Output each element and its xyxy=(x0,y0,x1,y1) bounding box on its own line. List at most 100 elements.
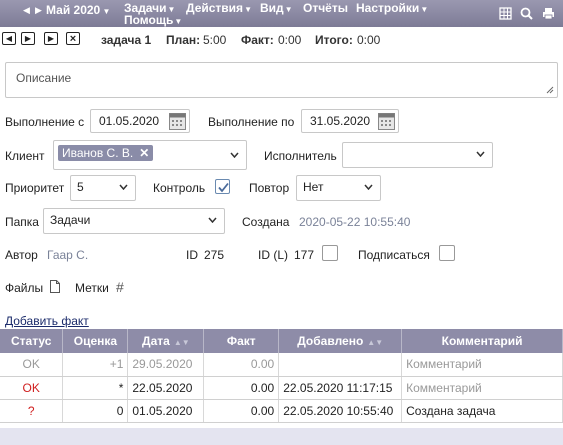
id-label: ID xyxy=(186,248,198,262)
col-fact[interactable]: Факт xyxy=(203,329,280,353)
total-value: 0:00 xyxy=(357,33,381,47)
chevron-down-icon xyxy=(230,152,239,158)
month-label: Май 2020 xyxy=(46,3,101,17)
sort-icon: ▲▼ xyxy=(367,338,384,347)
next-month-icon[interactable]: ▶ xyxy=(35,5,42,16)
exec-to-date-field[interactable]: 31.05.2020 xyxy=(301,109,399,133)
fact-value: 0:00 xyxy=(278,33,302,47)
exec-from-date-field[interactable]: 01.05.2020 xyxy=(90,109,190,133)
col-status[interactable]: Статус xyxy=(0,329,64,353)
col-date[interactable]: Дата ▲▼ xyxy=(127,329,205,353)
facts-table: Статус Оценка Дата ▲▼ Факт Добавлено ▲▼ Ко… xyxy=(0,329,563,423)
author-value[interactable]: Гаар С. xyxy=(47,248,88,262)
subscribe-label: Подписаться xyxy=(358,248,430,262)
add-fact-link[interactable]: Добавить факт xyxy=(5,314,89,328)
exec-to-label: Выполнение по xyxy=(208,115,295,129)
file-icon[interactable] xyxy=(50,280,60,293)
score-cell: 0 xyxy=(62,399,129,423)
first-task-button[interactable]: ◀ xyxy=(2,32,16,45)
task-name: задача 1 xyxy=(101,33,152,47)
resize-grip-icon[interactable] xyxy=(546,86,554,94)
prev-month-icon[interactable]: ◀ xyxy=(23,5,30,16)
search-icon[interactable] xyxy=(520,7,533,20)
next-task-button[interactable]: ▶ xyxy=(44,32,58,45)
date-cell: 01.05.2020 xyxy=(127,399,205,423)
subscribe-checkbox[interactable] xyxy=(439,245,455,261)
close-task-button[interactable]: × xyxy=(66,32,80,45)
calendar-icon[interactable] xyxy=(169,113,186,130)
added-cell: 22.05.2020 10:55:40 xyxy=(278,399,403,423)
comment-cell: Комментарий xyxy=(401,353,563,377)
plan-label: План: xyxy=(166,33,201,47)
added-cell xyxy=(278,353,403,377)
exec-from-value: 01.05.2020 xyxy=(99,114,160,128)
client-select[interactable]: Иванов С. В. ✕ xyxy=(53,140,247,170)
idl-label: ID (L) xyxy=(258,248,288,262)
repeat-label: Повтор xyxy=(249,181,290,195)
menu-reports[interactable]: Отчёты xyxy=(303,2,348,14)
created-value: 2020-05-22 10:55:40 xyxy=(299,215,411,229)
table-row[interactable]: OK +1 29.05.2020 0.00 Комментарий xyxy=(0,353,563,377)
folder-select[interactable]: Задачи xyxy=(43,208,225,234)
comment-cell: Комментарий xyxy=(401,376,563,400)
control-checkbox[interactable] xyxy=(215,179,230,194)
exec-from-label: Выполнение с xyxy=(5,115,85,129)
repeat-value: Нет xyxy=(303,180,324,194)
checkmark-icon xyxy=(218,182,229,193)
executor-label: Исполнитель xyxy=(264,149,337,163)
menu-actions[interactable]: Действия▼ xyxy=(186,2,252,16)
executor-select[interactable] xyxy=(342,142,493,168)
description-placeholder: Описание xyxy=(16,71,72,85)
description-field[interactable]: Описание xyxy=(5,62,558,98)
priority-select[interactable]: 5 xyxy=(70,175,136,201)
fact-label: Факт: xyxy=(241,33,274,47)
col-comment[interactable]: Комментарий xyxy=(401,329,563,353)
status-cell: OK xyxy=(0,376,64,400)
hash-icon[interactable]: # xyxy=(116,279,124,295)
created-label: Создана xyxy=(242,215,290,229)
author-label: Автор xyxy=(5,248,38,262)
grid-icon[interactable] xyxy=(499,7,512,20)
control-label: Контроль xyxy=(153,181,206,195)
fact-cell: 0.00 xyxy=(203,353,280,377)
idl-value: 177 xyxy=(294,248,315,262)
idl-checkbox[interactable] xyxy=(322,245,338,261)
total-label: Итого: xyxy=(315,33,353,47)
menu-settings[interactable]: Настройки▼ xyxy=(356,2,428,16)
chevron-down-icon xyxy=(476,151,485,157)
client-chip-label: Иванов С. В. xyxy=(62,146,134,160)
status-cell: ? xyxy=(0,399,64,423)
priority-label: Приоритет xyxy=(5,181,65,195)
comment-cell: Создана задача xyxy=(401,399,563,423)
priority-value: 5 xyxy=(77,180,84,194)
calendar-icon[interactable] xyxy=(378,113,395,130)
added-cell: 22.05.2020 11:17:15 xyxy=(278,376,403,400)
tags-label: Метки xyxy=(75,281,109,295)
sort-icon: ▲▼ xyxy=(173,338,190,347)
repeat-select[interactable]: Нет xyxy=(296,175,381,201)
client-label: Клиент xyxy=(5,149,45,163)
date-cell: 29.05.2020 xyxy=(127,353,205,377)
folder-label: Папка xyxy=(5,215,39,229)
col-added[interactable]: Добавлено ▲▼ xyxy=(278,329,403,353)
month-selector[interactable]: Май 2020 ▼ xyxy=(46,3,110,17)
table-header-row: Статус Оценка Дата ▲▼ Факт Добавлено ▲▼ Ко… xyxy=(0,329,563,353)
print-icon[interactable] xyxy=(542,7,555,20)
prev-task-button[interactable]: ▶ xyxy=(21,32,35,45)
client-chip: Иванов С. В. ✕ xyxy=(58,145,154,161)
table-row[interactable]: OK * 22.05.2020 0.00 22.05.2020 11:17:15… xyxy=(0,376,563,400)
score-cell: +1 xyxy=(62,353,129,377)
status-cell: OK xyxy=(0,353,64,377)
files-label: Файлы xyxy=(5,281,44,295)
menu-help[interactable]: Помощь▼ xyxy=(124,14,182,28)
chevron-down-icon xyxy=(208,217,217,223)
menu-view[interactable]: Вид▼ xyxy=(260,2,293,16)
col-score[interactable]: Оценка xyxy=(62,329,129,353)
folder-value: Задачи xyxy=(50,213,91,227)
table-row[interactable]: ? 0 01.05.2020 0.00 22.05.2020 10:55:40 … xyxy=(0,399,563,423)
remove-chip-icon[interactable]: ✕ xyxy=(139,146,149,160)
chevron-down-icon xyxy=(119,184,128,190)
table-footer xyxy=(0,428,563,445)
date-cell: 22.05.2020 xyxy=(127,376,205,400)
exec-to-value: 31.05.2020 xyxy=(310,114,371,128)
